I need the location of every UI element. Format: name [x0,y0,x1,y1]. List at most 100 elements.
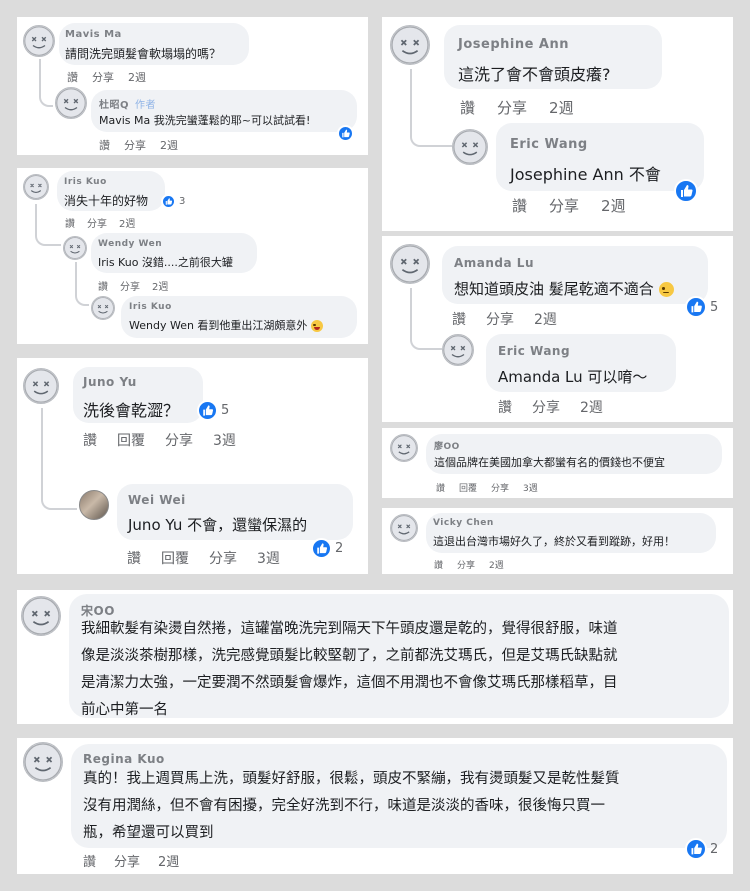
default-avatar-icon[interactable] [63,236,87,260]
thumbs-up-icon [197,400,218,421]
comment-bubble: Juno Yu 洗後會乾澀？ [73,367,203,423]
commenter-name[interactable]: Eric Wang [510,137,588,152]
timestamp[interactable]: 2週 [601,195,626,216]
comment-bubble: 宋OO 我細軟髮有染燙自然捲，這罐當晚洗完到隔天下午頭皮還是乾的，覺得很舒服，味… [69,594,729,718]
reaction-summary[interactable]: 5 [685,296,718,318]
reaction-summary[interactable]: 3 [161,194,185,209]
share-button[interactable]: 分享 [497,97,527,118]
thumbs-up-icon[interactable] [674,179,698,203]
commenter-name[interactable]: Regina Kuo [83,752,165,766]
default-avatar-icon[interactable] [55,87,87,119]
timestamp[interactable]: 2週 [534,309,557,329]
timestamp[interactable]: 2週 [549,97,574,118]
commenter-name[interactable]: 廖OO [434,439,460,452]
like-button[interactable]: 讚 [434,558,443,571]
commenter-name[interactable]: Josephine Ann [458,37,569,52]
share-button[interactable]: 分享 [87,215,107,230]
like-button[interactable]: 讚 [83,430,97,450]
commenter-name[interactable]: Iris Kuo [64,177,107,187]
timestamp[interactable]: 3週 [213,430,236,450]
comment-line: 像是淡淡茶樹那樣，洗完感覺頭髮比較堅韌了，之前都洗艾瑪氏，但是艾瑪氏缺點就 [81,648,618,664]
reply-button[interactable]: 回覆 [117,430,145,450]
like-button[interactable]: 讚 [67,69,78,85]
commenter-name[interactable]: Vicky Chen [433,518,494,528]
like-button[interactable]: 讚 [460,97,475,118]
timestamp[interactable]: 2週 [489,558,504,571]
thread-connector [75,262,89,306]
default-avatar-icon[interactable] [442,334,474,366]
reaction-summary[interactable]: 2 [311,538,343,559]
default-avatar-icon[interactable] [23,174,49,200]
default-avatar-icon[interactable] [23,25,55,57]
share-button[interactable]: 分享 [532,397,560,417]
commenter-name[interactable]: Wendy Wen [98,239,162,249]
default-avatar-icon[interactable] [390,25,430,65]
share-button[interactable]: 分享 [486,309,514,329]
comment-text: 真的！我上週買馬上洗，頭髮好舒服，很鬆，頭皮不緊繃，我有燙頭髮又是乾性髮質 沒有… [83,766,719,847]
timestamp[interactable]: 2週 [119,215,135,230]
reaction-summary[interactable]: 2 [685,838,718,860]
default-avatar-icon[interactable] [21,596,61,636]
like-button[interactable]: 讚 [127,548,141,568]
like-button[interactable]: 讚 [436,481,445,494]
default-avatar-icon[interactable] [91,296,115,320]
like-button[interactable]: 讚 [83,851,96,870]
default-avatar-icon[interactable] [23,368,59,404]
commenter-name[interactable]: Juno Yu [83,375,137,389]
share-button[interactable]: 分享 [165,430,193,450]
comment-text: 這退出台灣市場好久了，終於又看到蹤跡，好用！ [433,535,675,548]
like-button[interactable]: 讚 [452,309,466,329]
share-button[interactable]: 分享 [120,278,140,293]
timestamp[interactable]: 2週 [152,278,168,293]
comment-text: 消失十年的好物 [64,194,149,208]
comment-actions: 讚 回覆 分享 3週 [127,548,280,568]
commenter-name[interactable]: Amanda Lu [454,256,534,270]
share-button[interactable]: 分享 [457,558,475,571]
default-avatar-icon[interactable] [390,434,418,462]
comment-text: 這個品牌在美國加拿大都蠻有名的價錢也不便宜 [434,456,665,469]
share-button[interactable]: 分享 [114,851,140,870]
comment-actions: 讚 回覆 分享 3週 [436,481,538,494]
timestamp[interactable]: 2週 [160,137,178,153]
commenter-name[interactable]: Iris Kuo [129,302,172,312]
commenter-name[interactable]: Wei Wei [128,493,186,507]
comment-line: 真的！我上週買馬上洗，頭髮好舒服，很鬆，頭皮不緊繃，我有燙頭髮又是乾性髮質 [83,771,620,787]
comment-actions: 讚 回覆 分享 3週 [83,430,236,450]
comment-actions: 讚 分享 2週 [512,195,626,216]
default-avatar-icon[interactable] [390,244,430,284]
default-avatar-icon[interactable] [23,742,63,782]
comment-actions: 讚 分享 2週 [498,397,603,417]
like-button[interactable]: 讚 [512,195,527,216]
reply-button[interactable]: 回覆 [459,481,477,494]
reply-button[interactable]: 回覆 [161,548,189,568]
sad-emoji-icon [658,282,674,297]
comment-bubble: Mavis Ma 請問洗完頭髮會軟塌塌的嗎？ [59,23,249,65]
share-button[interactable]: 分享 [209,548,237,568]
share-button[interactable]: 分享 [124,137,146,153]
share-button[interactable]: 分享 [491,481,509,494]
comment-text: Iris Kuo 沒錯....之前很大罐 [98,256,233,269]
like-button[interactable]: 讚 [65,215,75,230]
like-button[interactable]: 讚 [98,278,108,293]
like-button[interactable]: 讚 [99,137,110,153]
thumbs-up-icon [685,296,707,318]
timestamp[interactable]: 2週 [158,851,179,870]
user-photo-avatar[interactable] [79,490,109,520]
share-button[interactable]: 分享 [549,195,579,216]
like-button[interactable]: 讚 [498,397,512,417]
timestamp[interactable]: 3週 [257,548,280,568]
commenter-name[interactable]: Mavis Ma [65,29,122,40]
timestamp[interactable]: 2週 [128,69,146,85]
comment-text: Juno Yu 不會，還蠻保濕的 [128,516,308,534]
thumbs-up-icon [311,538,332,559]
timestamp[interactable]: 3週 [523,481,538,494]
comment-card-3: Juno Yu 洗後會乾澀？ 5 讚 回覆 分享 3週 Wei Wei Juno… [17,358,368,574]
commenter-name[interactable]: Eric Wang [498,344,570,358]
share-button[interactable]: 分享 [92,69,114,85]
timestamp[interactable]: 2週 [580,397,603,417]
reaction-summary[interactable]: 5 [197,400,229,421]
thumbs-up-icon[interactable] [337,125,354,142]
default-avatar-icon[interactable] [452,129,488,165]
commenter-name-text[interactable]: 杜昭Q [99,100,129,111]
default-avatar-icon[interactable] [390,514,418,542]
